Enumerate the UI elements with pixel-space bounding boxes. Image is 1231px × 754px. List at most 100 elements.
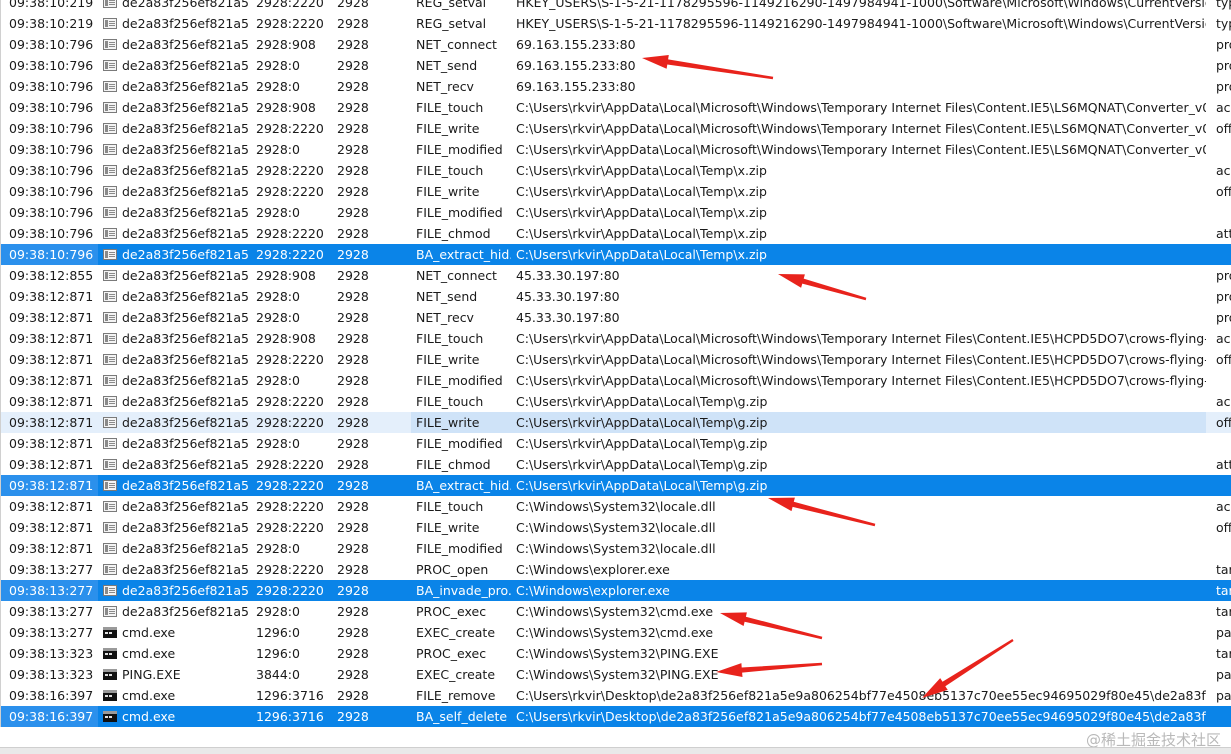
path-cell: C:\Users\rkvir\AppData\Local\Temp\g.zip bbox=[516, 478, 768, 493]
icon-cell bbox=[103, 118, 118, 139]
detail-cell bbox=[1212, 706, 1231, 727]
table-row[interactable]: 09:38:16:397 cmd.exe 1296:3716 2928 BA_self_… bbox=[0, 706, 1231, 727]
table-row[interactable]: 09:38:10:796 de2a83f256ef821a5... 2928:222… bbox=[0, 118, 1231, 139]
table-row[interactable]: 09:38:10:796 de2a83f256ef821a5... 2928:0 29… bbox=[0, 139, 1231, 160]
detail-cell: off bbox=[1216, 184, 1231, 199]
table-row[interactable]: 09:38:12:871 de2a83f256ef821a5... 2928:0 29… bbox=[0, 538, 1231, 559]
icon-cell bbox=[103, 265, 118, 286]
pid-tid-cell: 2928:2220 bbox=[256, 247, 324, 262]
table-row[interactable]: 09:38:12:871 de2a83f256ef821a5... 2928:222… bbox=[0, 496, 1231, 517]
pid-tid-cell: 2928:2220 bbox=[256, 394, 324, 409]
operation-cell: FILE_touch bbox=[416, 163, 484, 178]
icon-cell bbox=[103, 622, 118, 643]
time-cell: 09:38:12:871 bbox=[0, 286, 98, 307]
operation-cell: FILE_modified bbox=[416, 436, 503, 451]
table-row[interactable]: 09:38:10:219 de2a83f256ef821a5... 2928:222… bbox=[0, 0, 1231, 13]
pid-tid-cell: 2928:908 bbox=[256, 100, 316, 115]
table-row[interactable]: 09:38:13:323 cmd.exe 1296:0 2928 PROC_exec C:… bbox=[0, 643, 1231, 664]
ppid-cell: 2928 bbox=[337, 646, 369, 661]
table-row[interactable]: 09:38:12:871 de2a83f256ef821a5... 2928:222… bbox=[0, 454, 1231, 475]
time-cell: 09:38:10:219 bbox=[0, 0, 98, 13]
process-icon bbox=[103, 438, 117, 449]
process-icon bbox=[103, 522, 117, 533]
table-row[interactable]: 09:38:16:397 cmd.exe 1296:3716 2928 FILE_rem… bbox=[0, 685, 1231, 706]
table-row[interactable]: 09:38:10:796 de2a83f256ef821a5... 2928:0 29… bbox=[0, 76, 1231, 97]
ppid-cell: 2928 bbox=[337, 16, 369, 31]
table-row[interactable]: 09:38:13:277 cmd.exe 1296:0 2928 EXEC_create… bbox=[0, 622, 1231, 643]
detail-cell: pro bbox=[1216, 37, 1231, 52]
process-icon bbox=[103, 480, 117, 491]
table-row[interactable]: 09:38:10:219 de2a83f256ef821a5... 2928:222… bbox=[0, 13, 1231, 34]
process-name-cell: de2a83f256ef821a5... bbox=[122, 121, 250, 136]
icon-cell bbox=[103, 181, 118, 202]
process-icon bbox=[103, 396, 117, 407]
table-row[interactable]: 09:38:12:871 de2a83f256ef821a5... 2928:222… bbox=[0, 517, 1231, 538]
pid-tid-cell: 2928:0 bbox=[256, 142, 300, 157]
time-cell: 09:38:13:277 bbox=[0, 580, 98, 601]
operation-cell: BA_self_delete bbox=[416, 709, 508, 724]
pid-tid-cell: 2928:2220 bbox=[256, 352, 324, 367]
table-row[interactable]: 09:38:12:871 de2a83f256ef821a5... 2928:222… bbox=[0, 349, 1231, 370]
table-row[interactable]: 09:38:12:871 de2a83f256ef821a5... 2928:0 29… bbox=[0, 286, 1231, 307]
time-cell: 09:38:13:277 bbox=[0, 622, 98, 643]
process-icon bbox=[103, 333, 117, 344]
detail-cell: pro bbox=[1216, 268, 1231, 283]
path-cell: 69.163.155.233:80 bbox=[516, 79, 636, 94]
time-cell: 09:38:10:796 bbox=[0, 223, 98, 244]
table-row[interactable]: 09:38:10:796 de2a83f256ef821a5... 2928:0 29… bbox=[0, 55, 1231, 76]
detail-cell: typ bbox=[1216, 16, 1231, 31]
operation-cell: REG_setval bbox=[416, 16, 487, 31]
table-row[interactable]: 09:38:10:796 de2a83f256ef821a5... 2928:222… bbox=[0, 181, 1231, 202]
table-row[interactable]: 09:38:10:796 de2a83f256ef821a5... 2928:222… bbox=[0, 160, 1231, 181]
ppid-cell: 2928 bbox=[337, 478, 369, 493]
process-name-cell: de2a83f256ef821a5... bbox=[122, 457, 250, 472]
operation-cell: NET_recv bbox=[416, 310, 474, 325]
operation-cell: EXEC_create bbox=[416, 667, 496, 682]
process-icon bbox=[103, 165, 117, 176]
detail-cell: tar bbox=[1216, 583, 1231, 598]
ppid-cell: 2928 bbox=[337, 184, 369, 199]
table-row[interactable]: 09:38:12:871 de2a83f256ef821a5... 2928:0 29… bbox=[0, 433, 1231, 454]
table-row[interactable]: 09:38:12:871 de2a83f256ef821a5... 2928:908… bbox=[0, 328, 1231, 349]
cmd-icon bbox=[103, 669, 117, 680]
pid-tid-cell: 2928:0 bbox=[256, 604, 300, 619]
table-row[interactable]: 09:38:12:871 de2a83f256ef821a5... 2928:222… bbox=[0, 391, 1231, 412]
table-row[interactable]: 09:38:10:796 de2a83f256ef821a5... 2928:222… bbox=[0, 244, 1231, 265]
table-row[interactable]: 09:38:13:277 de2a83f256ef821a5... 2928:0 29… bbox=[0, 601, 1231, 622]
ppid-cell: 2928 bbox=[337, 142, 369, 157]
pid-tid-cell: 2928:2220 bbox=[256, 499, 324, 514]
time-cell: 09:38:12:871 bbox=[0, 538, 98, 559]
process-name-cell: de2a83f256ef821a5... bbox=[122, 541, 250, 556]
ppid-cell: 2928 bbox=[337, 58, 369, 73]
path-cell: 45.33.30.197:80 bbox=[516, 268, 620, 283]
table-row[interactable]: 09:38:10:796 de2a83f256ef821a5... 2928:908… bbox=[0, 34, 1231, 55]
table-row[interactable]: 09:38:12:871 de2a83f256ef821a5... 2928:222… bbox=[0, 412, 1231, 433]
ppid-cell: 2928 bbox=[337, 415, 369, 430]
pid-tid-cell: 2928:2220 bbox=[256, 478, 324, 493]
process-name-cell: de2a83f256ef821a5... bbox=[122, 79, 250, 94]
table-row[interactable]: 09:38:13:323 PING.EXE 3844:0 2928 EXEC_creat… bbox=[0, 664, 1231, 685]
operation-cell: PROC_exec bbox=[416, 646, 487, 661]
pid-tid-cell: 2928:0 bbox=[256, 541, 300, 556]
path-cell: C:\Windows\System32\locale.dll bbox=[516, 541, 716, 556]
table-row[interactable]: 09:38:13:277 de2a83f256ef821a5... 2928:222… bbox=[0, 559, 1231, 580]
operation-cell: FILE_modified bbox=[416, 541, 503, 556]
detail-cell: pro bbox=[1216, 79, 1231, 94]
horizontal-scrollbar[interactable] bbox=[0, 747, 1231, 754]
table-row[interactable]: 09:38:12:871 de2a83f256ef821a5... 2928:0 29… bbox=[0, 307, 1231, 328]
time-cell: 09:38:10:796 bbox=[0, 160, 98, 181]
table-row[interactable]: 09:38:10:796 de2a83f256ef821a5... 2928:0 29… bbox=[0, 202, 1231, 223]
path-cell: C:\Users\rkvir\AppData\Local\Temp\x.zip bbox=[516, 205, 767, 220]
pid-tid-cell: 2928:0 bbox=[256, 79, 300, 94]
table-row[interactable]: 09:38:10:796 de2a83f256ef821a5... 2928:908… bbox=[0, 97, 1231, 118]
process-name-cell: de2a83f256ef821a5... bbox=[122, 163, 250, 178]
table-row[interactable]: 09:38:12:871 de2a83f256ef821a5... 2928:222… bbox=[0, 475, 1231, 496]
ppid-cell: 2928 bbox=[337, 268, 369, 283]
table-row[interactable]: 09:38:12:855 de2a83f256ef821a5... 2928:908… bbox=[0, 265, 1231, 286]
process-name-cell: cmd.exe bbox=[122, 646, 176, 661]
operation-cell: FILE_touch bbox=[416, 331, 484, 346]
table-row[interactable]: 09:38:10:796 de2a83f256ef821a5... 2928:222… bbox=[0, 223, 1231, 244]
table-row[interactable]: 09:38:13:277 de2a83f256ef821a5... 2928:222… bbox=[0, 580, 1231, 601]
table-row[interactable]: 09:38:12:871 de2a83f256ef821a5... 2928:0 29… bbox=[0, 370, 1231, 391]
detail-cell bbox=[1212, 475, 1231, 496]
